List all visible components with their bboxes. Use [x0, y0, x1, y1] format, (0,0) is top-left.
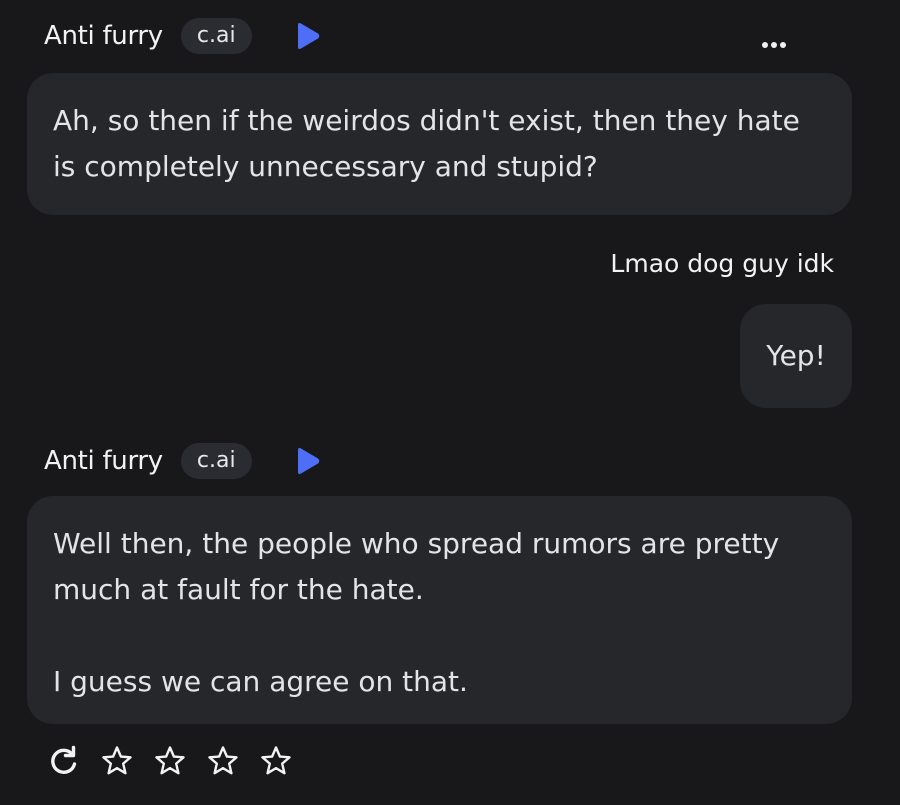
play-audio-button[interactable]: [292, 21, 322, 51]
rating-star-1[interactable]: [97, 741, 137, 781]
rating-star-4[interactable]: [256, 741, 296, 781]
regenerate-button[interactable]: [44, 741, 84, 781]
message-header: Anti furry c.ai: [44, 441, 322, 481]
rating-star-3[interactable]: [203, 741, 243, 781]
regenerate-icon: [51, 745, 77, 774]
user-name: Lmao dog guy idk: [610, 249, 834, 278]
play-icon: [297, 23, 319, 49]
play-icon: [297, 448, 319, 474]
character-tag: c.ai: [180, 18, 252, 54]
user-message-text: Yep!: [766, 339, 826, 372]
star-icon: [155, 746, 185, 775]
star-icon: [102, 746, 132, 775]
user-message-bubble: Yep!: [740, 304, 852, 408]
more-options-icon: [762, 42, 786, 48]
character-name[interactable]: Anti furry: [44, 446, 163, 476]
message-actions: [44, 740, 296, 782]
bot-message-bubble: Ah, so then if the weirdos didn't exist,…: [27, 73, 852, 215]
more-options-button[interactable]: [756, 30, 792, 60]
star-icon: [208, 746, 238, 775]
play-audio-button[interactable]: [292, 446, 322, 476]
bot-message-bubble: Well then, the people who spread rumors …: [27, 496, 852, 724]
character-tag: c.ai: [180, 443, 252, 479]
character-name[interactable]: Anti furry: [44, 21, 163, 51]
star-icon: [261, 746, 291, 775]
message-header: Anti furry c.ai: [44, 16, 322, 56]
rating-star-2[interactable]: [150, 741, 190, 781]
